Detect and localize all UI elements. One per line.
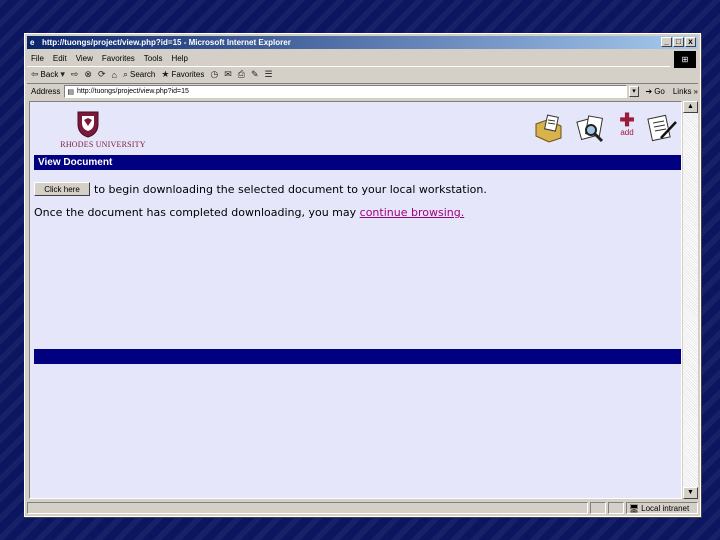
dropdown-icon: ▾ <box>60 69 65 79</box>
status-bar: 🖥 Local intranet <box>27 501 698 515</box>
go-button[interactable]: ➔ Go <box>645 87 664 96</box>
footer-bar <box>34 349 681 364</box>
refresh-button[interactable]: ⟳ <box>98 69 106 80</box>
favorites-button[interactable]: ★ Favorites <box>161 69 204 80</box>
plus-icon: ✚ <box>619 110 635 130</box>
search-icon: ⌕ <box>122 69 128 79</box>
edit-document-icon[interactable] <box>647 112 679 144</box>
download-text: to begin downloading the selected docume… <box>94 182 487 196</box>
close-button[interactable]: x <box>685 37 696 47</box>
title-bar: e http://tuongs/project/view.php?id=15 -… <box>27 36 698 49</box>
windows-logo-icon: ⊞ <box>674 51 696 68</box>
links-button[interactable]: Links» <box>673 87 698 96</box>
address-bar: Address ▤ http://tuongs/project/view.php… <box>27 83 698 99</box>
folder-document-icon[interactable] <box>533 112 565 144</box>
menu-tools[interactable]: Tools <box>144 54 163 63</box>
security-zone: 🖥 Local intranet <box>626 502 698 514</box>
toolbar: ⇦ Back ▾ ⇨ ⊗ ⟳ ⌂ ⌕ Search ★ Favorites ◷ ✉ ⎙ … <box>27 66 670 82</box>
menu-edit[interactable]: Edit <box>53 54 67 63</box>
back-button[interactable]: ⇦ Back ▾ <box>31 69 65 80</box>
forward-button[interactable]: ⇨ <box>71 69 79 80</box>
university-logo: RHODES UNIVERSITY <box>48 110 158 150</box>
maximize-button[interactable]: □ <box>673 37 684 47</box>
zone-label: Local intranet <box>641 503 690 513</box>
menu-bar: File Edit View Favorites Tools Help <box>27 51 698 65</box>
back-arrow-icon: ⇦ <box>31 69 39 79</box>
mail-button[interactable]: ✉ <box>224 69 232 80</box>
menu-favorites[interactable]: Favorites <box>102 54 135 63</box>
edit-button[interactable]: ✎ <box>251 69 259 80</box>
minimize-button[interactable]: _ <box>661 37 672 47</box>
add-label: add <box>620 128 634 137</box>
address-label: Address <box>31 87 61 96</box>
browser-window: e http://tuongs/project/view.php?id=15 -… <box>24 33 701 517</box>
ie-icon: e <box>30 38 35 47</box>
page-icon: ▤ <box>67 88 74 96</box>
continue-instructions: Once the document has completed download… <box>34 206 464 219</box>
search-documents-icon[interactable] <box>575 112 607 144</box>
search-button[interactable]: ⌕ Search <box>123 69 155 80</box>
go-arrow-icon: ➔ <box>645 87 653 96</box>
vertical-scrollbar[interactable]: ▲ ▼ <box>683 101 698 499</box>
status-cell <box>590 502 606 514</box>
crest-icon <box>77 111 99 138</box>
intranet-icon: 🖥 <box>629 503 640 513</box>
window-title: http://tuongs/project/view.php?id=15 - M… <box>42 38 291 47</box>
discuss-button[interactable]: ☰ <box>265 69 273 80</box>
page-content: RHODES UNIVERSITY ✚ add View Document Cl… <box>29 101 682 499</box>
nav-icons: ✚ add <box>533 110 679 144</box>
history-button[interactable]: ◷ <box>210 69 218 80</box>
scroll-up-icon[interactable]: ▲ <box>683 101 698 113</box>
menu-file[interactable]: File <box>31 54 44 63</box>
click-here-button[interactable]: Click here <box>34 182 90 196</box>
home-button[interactable]: ⌂ <box>112 70 117 80</box>
address-value: http://tuongs/project/view.php?id=15 <box>76 88 189 95</box>
menu-view[interactable]: View <box>76 54 93 63</box>
continue-browsing-link[interactable]: continue browsing. <box>360 206 465 219</box>
scroll-down-icon[interactable]: ▼ <box>683 487 698 499</box>
download-instructions: Click here to begin downloading the sele… <box>34 182 487 196</box>
chevron-right-icon: » <box>693 87 698 96</box>
section-header: View Document <box>34 155 681 170</box>
status-cell <box>608 502 624 514</box>
address-dropdown[interactable]: ▾ <box>628 86 640 97</box>
address-input[interactable]: ▤ http://tuongs/project/view.php?id=15 <box>64 85 627 98</box>
favorites-icon: ★ <box>161 69 170 79</box>
add-button[interactable]: ✚ add <box>617 110 637 137</box>
menu-help[interactable]: Help <box>171 54 187 63</box>
stop-button[interactable]: ⊗ <box>84 69 92 80</box>
university-name: RHODES UNIVERSITY <box>60 140 146 149</box>
print-button[interactable]: ⎙ <box>238 69 245 80</box>
status-text <box>27 502 588 514</box>
continue-text: Once the document has completed download… <box>34 206 360 219</box>
